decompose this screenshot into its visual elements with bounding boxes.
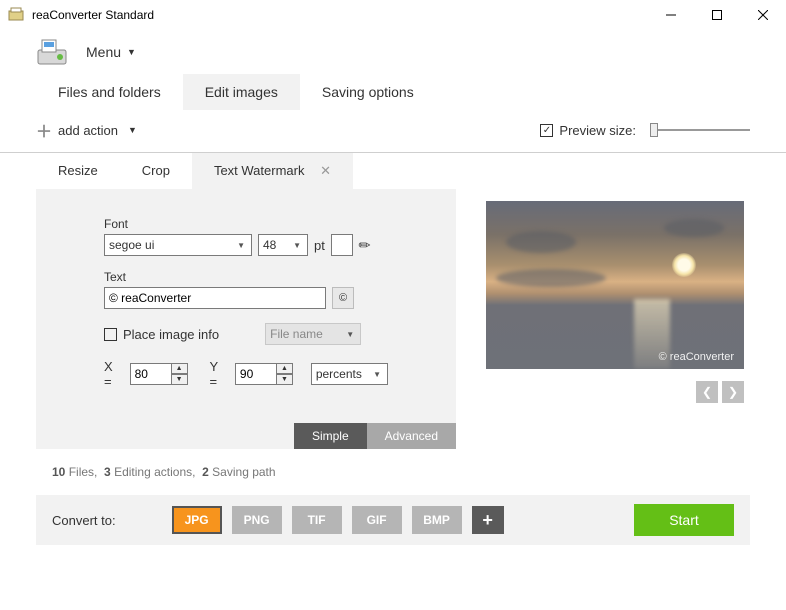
convert-to-label: Convert to:	[52, 513, 116, 528]
chevron-down-icon: ▼	[344, 330, 356, 339]
y-label: Y =	[210, 359, 229, 389]
caret-down-icon: ▼	[128, 125, 137, 135]
mode-advanced[interactable]: Advanced	[367, 423, 456, 449]
chevron-down-icon: ▼	[371, 370, 383, 379]
menu-button[interactable]: Menu ▼	[86, 44, 136, 60]
x-position-input[interactable]: ▲▼	[130, 363, 188, 385]
eyedropper-icon[interactable]: ✎	[355, 235, 375, 255]
start-button[interactable]: Start	[634, 504, 734, 536]
minimize-button[interactable]	[648, 0, 694, 30]
caret-down-icon: ▼	[127, 47, 136, 57]
mode-simple[interactable]: Simple	[294, 423, 367, 449]
add-action-label: add action	[58, 123, 118, 138]
format-png[interactable]: PNG	[232, 506, 282, 534]
font-size-select[interactable]: 48▼	[258, 234, 308, 256]
place-image-info-checkbox[interactable]	[104, 328, 117, 341]
tab-files-folders[interactable]: Files and folders	[36, 74, 183, 110]
chevron-down-icon: ▼	[291, 241, 303, 250]
tab-saving-options[interactable]: Saving options	[300, 74, 436, 110]
place-image-info-label: Place image info	[123, 327, 219, 342]
add-format-button[interactable]: +	[472, 506, 504, 534]
bottom-bar: Convert to: JPG PNG TIF GIF BMP + Start	[36, 495, 750, 545]
main-tabs: Files and folders Edit images Saving opt…	[0, 74, 786, 110]
titlebar: reaConverter Standard	[0, 0, 786, 30]
close-button[interactable]	[740, 0, 786, 30]
next-image-button[interactable]: ❯	[722, 381, 744, 403]
image-info-select: File name▼	[265, 323, 361, 345]
format-tif[interactable]: TIF	[292, 506, 342, 534]
action-bar: ＋ add action ▼ ✓ Preview size:	[0, 110, 786, 153]
font-label: Font	[104, 217, 388, 231]
x-label: X =	[104, 359, 124, 389]
insert-copyright-button[interactable]: ©	[332, 287, 354, 309]
window-title: reaConverter Standard	[32, 8, 648, 22]
maximize-button[interactable]	[694, 0, 740, 30]
tab-label: Text Watermark	[214, 163, 305, 178]
checkbox-checked-icon: ✓	[540, 124, 553, 137]
prev-image-button[interactable]: ❮	[696, 381, 718, 403]
preview-watermark-text: © reaConverter	[659, 351, 734, 363]
font-select[interactable]: segoe ui▼	[104, 234, 252, 256]
color-swatch[interactable]	[331, 234, 353, 256]
y-position-input[interactable]: ▲▼	[235, 363, 293, 385]
plus-icon: ＋	[36, 118, 52, 142]
tab-crop[interactable]: Crop	[120, 153, 192, 189]
chevron-down-icon: ▼	[235, 241, 247, 250]
size-unit: pt	[314, 238, 325, 253]
tab-edit-images[interactable]: Edit images	[183, 74, 300, 110]
tab-resize[interactable]: Resize	[36, 153, 120, 189]
position-unit-select[interactable]: percents▼	[311, 363, 388, 385]
format-bmp[interactable]: BMP	[412, 506, 462, 534]
text-label: Text	[104, 270, 388, 284]
add-action-button[interactable]: ＋ add action ▼	[36, 118, 137, 142]
preview-image: © reaConverter	[486, 201, 744, 369]
preview-column: © reaConverter ❮ ❯	[486, 153, 750, 449]
close-tab-icon[interactable]: ✕	[320, 163, 331, 178]
watermark-text-input[interactable]	[104, 287, 326, 309]
status-bar: 10 Files, 3 Editing actions, 2 Saving pa…	[0, 449, 786, 489]
preview-size-checkbox[interactable]: ✓ Preview size:	[540, 123, 636, 138]
action-tabs: Resize Crop Text Watermark ✕	[36, 153, 456, 189]
menubar: Menu ▼	[0, 30, 786, 74]
mode-toggle: Simple Advanced	[294, 423, 456, 449]
tab-text-watermark[interactable]: Text Watermark ✕	[192, 153, 353, 189]
watermark-panel: Font segoe ui▼ 48▼ pt ✎ Text © Place ima…	[36, 189, 456, 449]
preview-size-label: Preview size:	[559, 123, 636, 138]
app-icon	[8, 7, 24, 23]
format-gif[interactable]: GIF	[352, 506, 402, 534]
preview-size-slider[interactable]	[650, 123, 750, 137]
menu-label: Menu	[86, 44, 121, 60]
format-jpg[interactable]: JPG	[172, 506, 222, 534]
app-logo	[36, 38, 68, 66]
